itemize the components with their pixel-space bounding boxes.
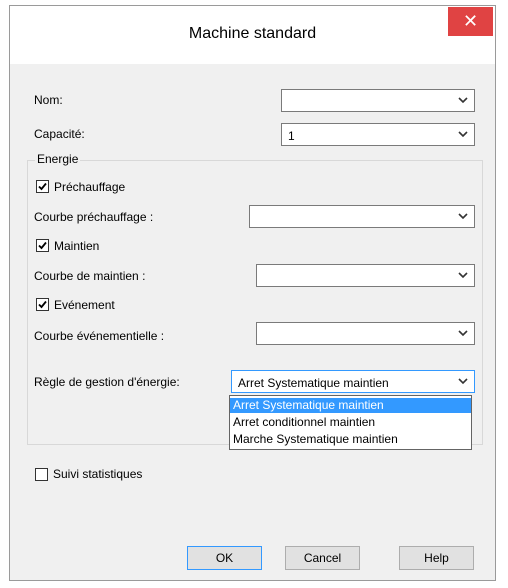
close-icon: ✕ <box>462 11 479 31</box>
courbe-maintien-label: Courbe de maintien : <box>34 269 146 283</box>
cancel-button[interactable]: Cancel <box>285 546 360 570</box>
dialog-title: Machine standard <box>188 25 317 42</box>
courbe-evenementielle-combo[interactable] <box>256 322 475 345</box>
dropdown-option[interactable]: Arret conditionnel maintien <box>230 415 471 430</box>
prechauffage-checkbox[interactable] <box>36 180 49 193</box>
help-button[interactable]: Help <box>399 546 474 570</box>
chevron-down-icon <box>458 272 468 279</box>
prechauffage-label: Préchauffage <box>54 180 126 194</box>
dropdown-option[interactable]: Arret Systematique maintien <box>230 398 471 413</box>
dialog-window: Machine standard ✕ Nom: Capacité: 1 Ener… <box>9 5 496 581</box>
suivi-statistiques-checkbox[interactable] <box>35 468 48 481</box>
checkmark-icon <box>38 300 47 309</box>
ok-button[interactable]: OK <box>187 546 262 570</box>
chevron-down-icon <box>458 213 468 220</box>
maintien-checkbox[interactable] <box>36 239 49 252</box>
regle-dropdown-list: Arret Systematique maintien Arret condit… <box>229 395 472 450</box>
dropdown-option[interactable]: Marche Systematique maintien <box>230 432 471 447</box>
courbe-prechauffage-label: Courbe préchauffage : <box>34 210 154 224</box>
regle-label: Règle de gestion d'énergie: <box>34 375 180 389</box>
nom-combo[interactable] <box>281 89 475 112</box>
chevron-down-icon <box>458 97 468 104</box>
chevron-down-icon <box>458 378 468 385</box>
evenement-label: Evénement <box>54 298 115 312</box>
maintien-label: Maintien <box>54 239 100 253</box>
nom-label: Nom: <box>34 93 63 107</box>
chevron-down-icon <box>458 131 468 138</box>
capacite-combo[interactable]: 1 <box>281 123 475 146</box>
courbe-prechauffage-combo[interactable] <box>249 205 475 228</box>
capacite-label: Capacité: <box>34 127 85 141</box>
regle-value: Arret Systematique maintien <box>238 376 389 390</box>
evenement-checkbox[interactable] <box>36 298 49 311</box>
suivi-statistiques-label: Suivi statistiques <box>53 467 143 481</box>
title-bar: Machine standard ✕ <box>10 6 495 64</box>
capacite-value: 1 <box>288 129 295 143</box>
courbe-maintien-combo[interactable] <box>256 264 475 287</box>
checkmark-icon <box>38 241 47 250</box>
close-button[interactable]: ✕ <box>448 7 493 36</box>
chevron-down-icon <box>458 330 468 337</box>
regle-combo[interactable]: Arret Systematique maintien <box>231 370 475 393</box>
energie-legend: Energie <box>35 152 81 166</box>
checkmark-icon <box>38 182 47 191</box>
courbe-evenementielle-label: Courbe événementielle : <box>34 329 165 343</box>
